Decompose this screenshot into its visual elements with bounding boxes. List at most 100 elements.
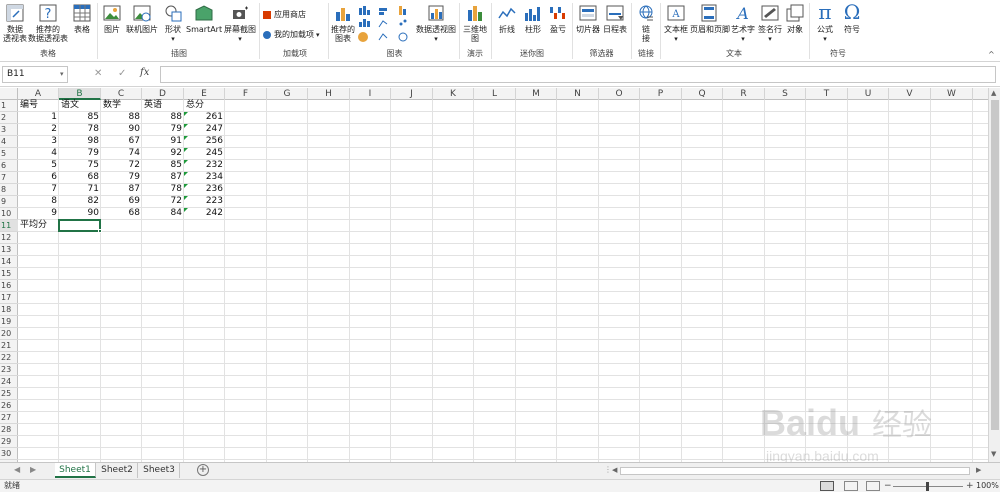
cell-c1[interactable]: 数学 (101, 100, 142, 111)
pivot-chart-button[interactable]: 数据透视图 ▾ (414, 4, 458, 46)
sparkline-line-button[interactable]: 折线 (494, 4, 520, 46)
smartart-button[interactable]: SmartArt (186, 4, 222, 46)
column-header-d[interactable]: D (142, 88, 184, 100)
cell-e2[interactable]: 261 (184, 112, 225, 123)
row-header-25[interactable]: 25 (0, 388, 18, 400)
cell-b3[interactable]: 78 (59, 124, 101, 135)
zoom-in-icon[interactable]: + (966, 480, 974, 492)
vertical-scroll-thumb[interactable] (991, 100, 999, 430)
cell-a3[interactable]: 2 (18, 124, 59, 135)
my-addins-button[interactable]: 我的加载项 ▾ (263, 29, 320, 40)
row-header-14[interactable]: 14 (0, 256, 18, 268)
cell-a11[interactable]: 平均分 (18, 220, 59, 231)
row-header-15[interactable]: 15 (0, 268, 18, 280)
row-header-23[interactable]: 23 (0, 364, 18, 376)
scroll-up-icon[interactable]: ▲ (991, 89, 996, 97)
error-indicator-icon[interactable] (184, 160, 188, 164)
hscroll-left-icon[interactable]: ◀ (612, 466, 617, 474)
recommended-charts-button[interactable]: 推荐的 图表 (331, 4, 355, 46)
sparkline-winloss-button[interactable]: 盈亏 (546, 4, 570, 46)
row-header-26[interactable]: 26 (0, 400, 18, 412)
cell-c6[interactable]: 72 (101, 160, 142, 171)
textbox-button[interactable]: A 文本框 ▾ (662, 4, 690, 46)
row-header-3[interactable]: 3 (0, 124, 18, 136)
horizontal-scroll-thumb[interactable] (620, 467, 970, 475)
column-header-j[interactable]: J (391, 88, 433, 100)
cell-b4[interactable]: 98 (59, 136, 101, 147)
row-header-7[interactable]: 7 (0, 172, 18, 184)
column-header-u[interactable]: U (848, 88, 889, 100)
cell-e9[interactable]: 223 (184, 196, 225, 207)
cell-c8[interactable]: 87 (101, 184, 142, 195)
row-header-5[interactable]: 5 (0, 148, 18, 160)
sheet-tab-sheet2[interactable]: Sheet2 (97, 463, 138, 478)
row-header-16[interactable]: 16 (0, 280, 18, 292)
column-header-t[interactable]: T (806, 88, 848, 100)
cell-d3[interactable]: 79 (142, 124, 184, 135)
row-header-2[interactable]: 2 (0, 112, 18, 124)
column-header-p[interactable]: P (640, 88, 682, 100)
formula-input[interactable] (160, 66, 996, 83)
tab-scroll-left-icon[interactable]: ◀ (14, 465, 20, 474)
cell-e6[interactable]: 232 (184, 160, 225, 171)
cell-e3[interactable]: 247 (184, 124, 225, 135)
cell-b9[interactable]: 82 (59, 196, 101, 207)
row-header-30[interactable]: 30 (0, 448, 18, 460)
picture-button[interactable]: 图片 (101, 4, 123, 46)
cancel-icon[interactable]: ✕ (94, 68, 102, 79)
cell-a8[interactable]: 7 (18, 184, 59, 195)
add-sheet-icon[interactable]: + (197, 464, 209, 476)
cell-d2[interactable]: 88 (142, 112, 184, 123)
cell-d5[interactable]: 92 (142, 148, 184, 159)
error-indicator-icon[interactable] (184, 112, 188, 116)
cell-b7[interactable]: 68 (59, 172, 101, 183)
link-button[interactable]: 链 接 (634, 4, 658, 46)
select-all-corner[interactable] (0, 88, 18, 100)
row-header-24[interactable]: 24 (0, 376, 18, 388)
column-header-n[interactable]: N (557, 88, 599, 100)
column-header-i[interactable]: I (350, 88, 391, 100)
sheet-tab-sheet1[interactable]: Sheet1 (55, 463, 96, 478)
column-header-s[interactable]: S (765, 88, 806, 100)
table-button[interactable]: 表格 (70, 4, 94, 46)
row-header-1[interactable]: 1 (0, 100, 18, 112)
shapes-button[interactable]: 形状 ▾ (161, 4, 185, 46)
zoom-out-icon[interactable]: − (884, 480, 892, 492)
row-header-12[interactable]: 12 (0, 232, 18, 244)
column-header-a[interactable]: A (18, 88, 59, 100)
column-header-c[interactable]: C (101, 88, 142, 100)
cell-a4[interactable]: 3 (18, 136, 59, 147)
chart-type-grid-icon[interactable] (357, 4, 413, 44)
column-header-m[interactable]: M (516, 88, 557, 100)
screenshot-button[interactable]: 屏幕截图 ▾ (222, 4, 258, 46)
fill-handle[interactable] (98, 229, 102, 233)
cell-a10[interactable]: 9 (18, 208, 59, 219)
cell-c3[interactable]: 90 (101, 124, 142, 135)
row-header-9[interactable]: 9 (0, 196, 18, 208)
cell-c7[interactable]: 79 (101, 172, 142, 183)
recommended-pivot-button[interactable]: ? 推荐的 数据透视表 (28, 4, 68, 46)
row-header-21[interactable]: 21 (0, 340, 18, 352)
cell-a6[interactable]: 5 (18, 160, 59, 171)
cell-d8[interactable]: 78 (142, 184, 184, 195)
row-header-18[interactable]: 18 (0, 304, 18, 316)
sparkline-column-button[interactable]: 柱形 (521, 4, 545, 46)
row-header-6[interactable]: 6 (0, 160, 18, 172)
cell-d9[interactable]: 72 (142, 196, 184, 207)
insert-function-icon[interactable]: fx (140, 67, 149, 78)
error-indicator-icon[interactable] (184, 172, 188, 176)
cell-d10[interactable]: 84 (142, 208, 184, 219)
name-box[interactable]: B11 (2, 66, 68, 83)
zoom-slider-thumb[interactable] (926, 482, 929, 491)
column-header-h[interactable]: H (308, 88, 350, 100)
tab-split-handle[interactable]: ⋮ (604, 465, 612, 474)
equation-button[interactable]: π 公式 ▾ (812, 2, 838, 46)
hscroll-right-icon[interactable]: ▶ (976, 466, 981, 474)
column-header-v[interactable]: V (889, 88, 931, 100)
object-button[interactable]: 对象 (784, 4, 806, 46)
error-indicator-icon[interactable] (184, 196, 188, 200)
row-header-11[interactable]: 11 (0, 220, 18, 232)
scroll-down-icon[interactable]: ▼ (991, 450, 996, 458)
cell-c9[interactable]: 69 (101, 196, 142, 207)
header-footer-button[interactable]: 页眉和页脚 (690, 4, 730, 46)
